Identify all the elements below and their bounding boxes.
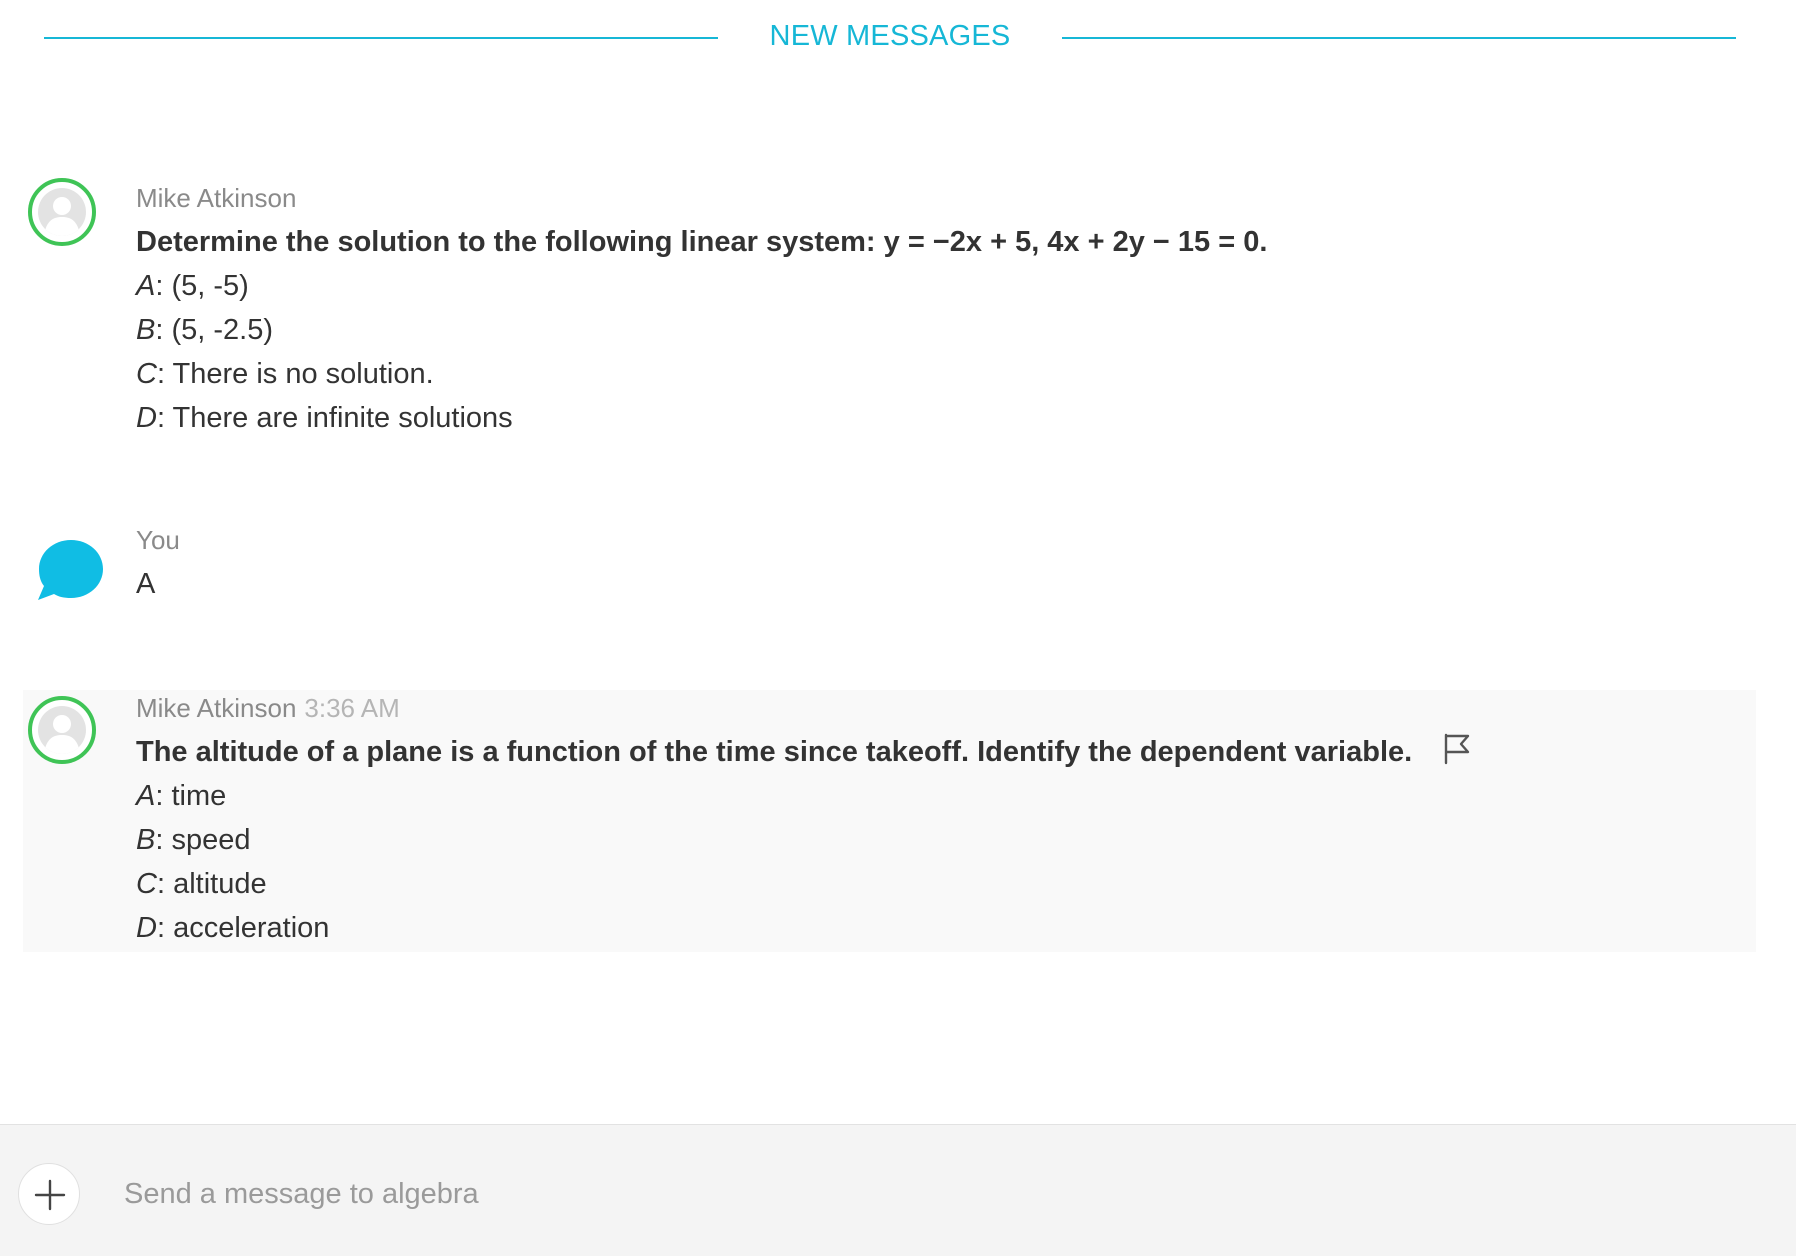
option-letter: C [136,868,157,900]
divider-line-right [1062,37,1736,39]
avatar[interactable] [28,178,96,246]
message-question: Determine the solution to the following … [136,226,1268,258]
new-messages-divider: NEW MESSAGES [0,0,1796,80]
message-composer [0,1124,1796,1256]
answer-option-b: B: (5, -2.5) [136,308,1756,352]
option-text: : altitude [156,868,267,900]
message-body: You A [136,522,1756,606]
option-letter: D [136,402,157,434]
message-question: The altitude of a plane is a function of… [136,736,1413,768]
answer-option-a: A: (5, -5) [136,264,1756,308]
answer-option-d: D: There are infinite solutions [136,396,1756,440]
message-input[interactable] [110,1163,1738,1225]
add-attachment-button[interactable] [18,1163,80,1225]
option-letter: B [136,824,156,856]
message-body: Mike Atkinson Determine the solution to … [136,180,1756,440]
answer-option-c: C: altitude [136,862,1756,906]
option-text: : speed [155,824,251,856]
sender-name[interactable]: Mike Atkinson [136,180,1756,216]
plus-icon [34,1179,66,1211]
user-icon [38,706,86,754]
flag-icon[interactable] [1442,733,1472,765]
sender-name[interactable]: Mike Atkinson [136,693,296,723]
option-letter: B [136,314,156,346]
divider-line-left [44,37,718,39]
message-timestamp: 3:36 AM [304,693,400,723]
message-question-line: The altitude of a plane is a function of… [136,730,1756,774]
message-item[interactable]: Mike Atkinson 3:36 AM The altitude of a p… [0,690,1796,952]
option-text: : time [155,780,227,812]
option-text: : There are infinite solutions [156,402,513,434]
option-text: : (5, -5) [155,270,249,302]
message-item: Mike Atkinson Determine the solution to … [0,172,1796,452]
sender-name: You [136,525,180,555]
user-icon [38,188,86,236]
message-body: Mike Atkinson 3:36 AM The altitude of a p… [136,690,1756,950]
answer-option-a: A: time [136,774,1756,818]
sender-line: Mike Atkinson 3:36 AM [136,690,1756,726]
answer-option-d: D: acceleration [136,906,1756,950]
option-letter: D [136,912,157,944]
chat-window: NEW MESSAGES Mike Atkinson Determine the… [0,0,1796,1256]
option-letter: A [136,270,156,302]
answer-option-c: C: There is no solution. [136,352,1756,396]
message-text: A [136,568,156,600]
option-text: : There is no solution. [156,358,434,390]
answer-option-b: B: speed [136,818,1756,862]
option-letter: C [136,358,157,390]
new-messages-label: NEW MESSAGES [769,20,1011,52]
message-item: You A [0,522,1796,622]
avatar[interactable] [28,696,96,764]
option-letter: A [136,780,156,812]
chat-bubble-icon [34,536,108,610]
option-text: : (5, -2.5) [155,314,273,346]
option-text: : acceleration [156,912,330,944]
